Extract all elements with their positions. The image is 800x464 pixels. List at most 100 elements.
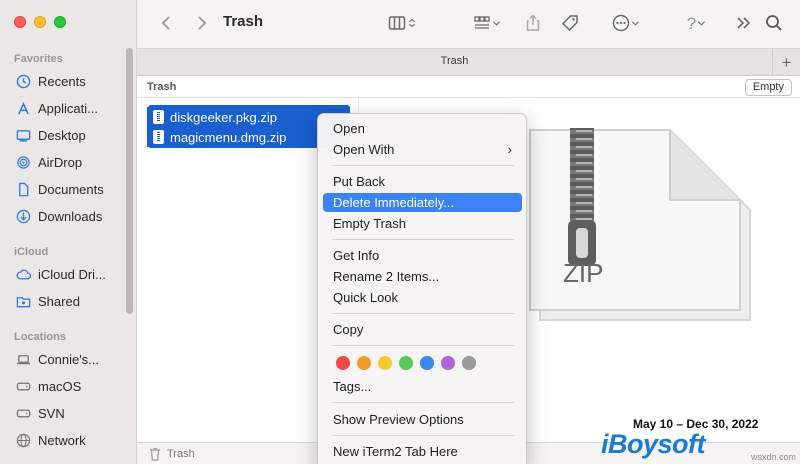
sidebar-item-network[interactable]: Network	[8, 429, 126, 451]
context-menu: Open Open With › Put Back Delete Immedia…	[317, 113, 527, 464]
tag-gray-button[interactable]	[462, 356, 476, 370]
cloud-icon	[15, 266, 31, 282]
plus-icon: +	[781, 52, 792, 72]
share-icon	[524, 13, 542, 35]
sidebar-item-svn[interactable]: SVN	[8, 402, 126, 424]
tag-yellow-button[interactable]	[378, 356, 392, 370]
columns-view-icon	[388, 14, 406, 35]
menu-item-label: Show Preview Options	[333, 412, 464, 427]
sidebar-item-label: Connie's...	[38, 351, 100, 367]
sidebar-item-label: macOS	[38, 378, 82, 394]
forward-button[interactable]	[191, 12, 211, 36]
menu-item-label: Empty Trash	[333, 216, 406, 231]
sidebar-item-label: Documents	[38, 181, 104, 197]
menu-item-open-with[interactable]: Open With ›	[323, 140, 522, 159]
search-button[interactable]	[764, 12, 784, 36]
sidebar-item-recents[interactable]: Recents	[8, 70, 126, 92]
disk-icon	[15, 405, 31, 421]
sidebar-item-label: Downloads	[38, 208, 103, 224]
menu-item-get-info[interactable]: Get Info	[323, 246, 522, 265]
tag-orange-button[interactable]	[357, 356, 371, 370]
menu-item-tags[interactable]: Tags...	[323, 377, 522, 396]
menu-item-label: Quick Look	[333, 290, 399, 305]
sidebar-item-icloud-drive[interactable]: iCloud Dri...	[8, 263, 126, 285]
applications-icon	[15, 100, 31, 116]
menu-item-open[interactable]: Open	[323, 119, 522, 138]
sidebar-item-applications[interactable]: Applicati...	[8, 97, 126, 119]
tag-red-button[interactable]	[336, 356, 350, 370]
more-toolbar-items-button[interactable]	[734, 12, 754, 36]
laptop-icon	[15, 351, 31, 367]
menu-item-delete-immediately[interactable]: Delete Immediately...	[323, 193, 522, 212]
group-button[interactable]	[468, 12, 506, 36]
double-chevron-right-icon	[735, 14, 753, 35]
iboysoft-logo: iBoysoft	[601, 429, 706, 459]
menu-item-empty-trash[interactable]: Empty Trash	[323, 214, 522, 233]
menu-item-new-iterm2-tab[interactable]: New iTerm2 Tab Here	[323, 442, 522, 461]
shared-folder-icon	[15, 293, 31, 309]
menu-item-label: Delete Immediately...	[333, 195, 455, 210]
sidebar-item-label: Applicati...	[38, 100, 98, 116]
menu-item-copy[interactable]: Copy	[323, 320, 522, 339]
clock-icon	[15, 73, 31, 89]
sidebar-item-shared[interactable]: Shared	[8, 290, 126, 312]
location-title: Trash	[147, 81, 177, 93]
tag-button[interactable]	[558, 12, 582, 36]
tag-purple-button[interactable]	[441, 356, 455, 370]
download-icon	[15, 208, 31, 224]
tag-blue-button[interactable]	[420, 356, 434, 370]
sidebar-item-macos[interactable]: macOS	[8, 375, 126, 397]
network-icon	[15, 432, 31, 448]
chevron-down-icon	[491, 14, 502, 35]
new-tab-button[interactable]: +	[772, 49, 800, 76]
menu-item-put-back[interactable]: Put Back	[323, 172, 522, 191]
help-button[interactable]: ?	[680, 12, 714, 36]
menu-item-label: New iTerm2 Tab Here	[333, 444, 458, 459]
sidebar-item-downloads[interactable]: Downloads	[8, 205, 126, 227]
menu-item-label: Put Back	[333, 174, 386, 189]
action-menu-button[interactable]	[605, 12, 647, 36]
sidebar-section-favorites: Favorites	[14, 53, 63, 65]
menu-item-rename[interactable]: Rename 2 Items...	[323, 267, 522, 286]
sidebar-item-desktop[interactable]: Desktop	[8, 124, 126, 146]
chevron-updown-icon	[406, 14, 418, 35]
chevron-right-icon	[192, 14, 210, 35]
window-title: Trash	[223, 13, 264, 30]
sidebar-item-airdrop[interactable]: AirDrop	[8, 151, 126, 173]
menu-item-label: Open	[333, 121, 365, 136]
tab-trash[interactable]: Trash	[137, 55, 772, 67]
sidebar-item-connies-mac[interactable]: Connie's...	[8, 348, 126, 370]
menu-item-label: Copy	[333, 322, 364, 337]
menu-item-quick-look[interactable]: Quick Look	[323, 288, 522, 307]
close-window-button[interactable]	[14, 16, 26, 28]
share-button[interactable]	[522, 12, 544, 36]
status-path-label[interactable]: Trash	[167, 448, 195, 460]
minimize-window-button[interactable]	[34, 16, 46, 28]
sidebar-item-documents[interactable]: Documents	[8, 178, 126, 200]
menu-separator	[332, 345, 514, 346]
site-watermark: wsxdn.com	[750, 452, 796, 462]
sidebar: Favorites Recents Applicati... Desktop A…	[0, 0, 137, 464]
tag-color-picker	[336, 356, 476, 370]
file-type-label: ZIP	[563, 258, 604, 288]
tab-bar: Trash +	[137, 48, 800, 76]
sidebar-item-label: Recents	[38, 73, 86, 89]
desktop-icon	[15, 127, 31, 143]
search-icon	[765, 14, 783, 35]
back-button[interactable]	[157, 12, 177, 36]
empty-trash-button[interactable]: Empty	[744, 79, 792, 96]
more-icon	[612, 14, 630, 35]
zoom-window-button[interactable]	[54, 16, 66, 28]
chevron-down-icon	[630, 14, 641, 35]
menu-item-show-preview-options[interactable]: Show Preview Options	[323, 410, 522, 429]
menu-separator	[332, 435, 514, 436]
menu-item-label: Open With	[333, 142, 395, 157]
chevron-left-icon	[158, 14, 176, 35]
question-mark-icon: ?	[686, 14, 697, 33]
tag-green-button[interactable]	[399, 356, 413, 370]
sidebar-scrollbar[interactable]	[126, 48, 133, 314]
view-mode-button[interactable]	[384, 12, 422, 36]
sidebar-item-label: iCloud Dri...	[38, 266, 106, 282]
sidebar-item-label: AirDrop	[38, 154, 83, 170]
sidebar-item-label: Network	[38, 432, 86, 448]
